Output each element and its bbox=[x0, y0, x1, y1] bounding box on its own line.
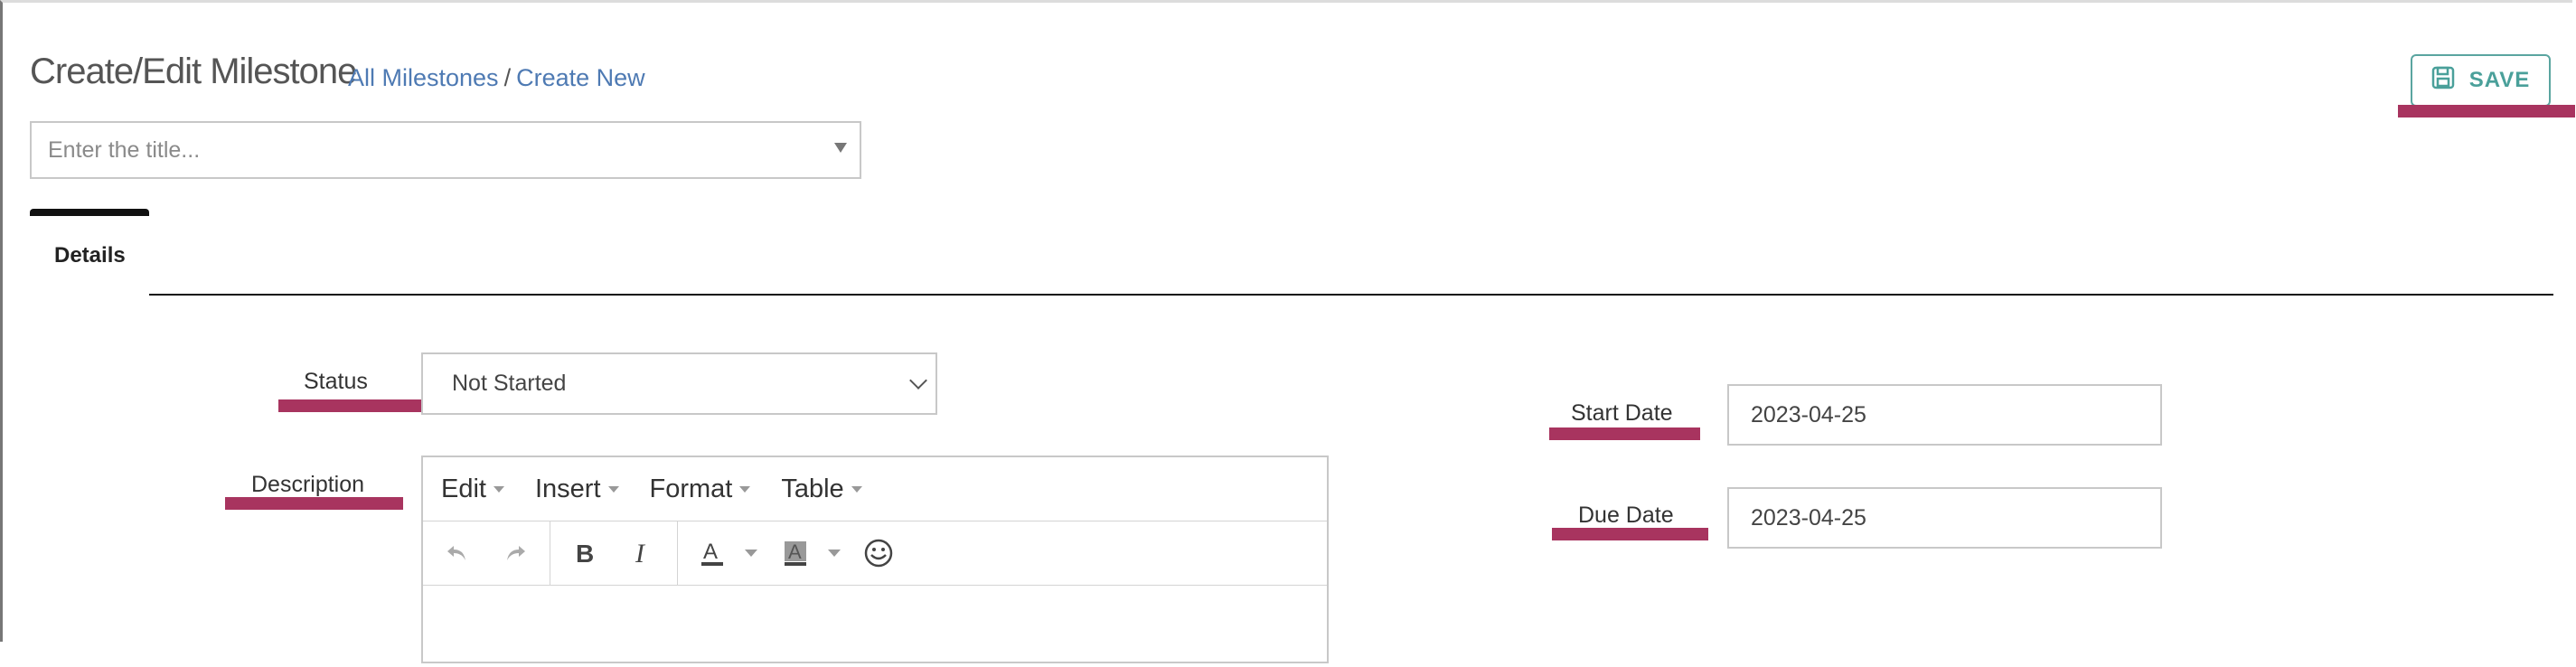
caret-down-icon bbox=[607, 485, 619, 493]
editor-menubar: Edit Insert Format Table bbox=[423, 457, 1327, 521]
due-date-value: 2023-04-25 bbox=[1751, 504, 1866, 531]
description-label: Description bbox=[251, 472, 365, 497]
toolbar-group-text-style: B I bbox=[550, 521, 678, 585]
start-date-input[interactable]: 2023-04-25 bbox=[1727, 384, 2162, 446]
tab-active-indicator bbox=[30, 209, 149, 216]
emoticon-icon[interactable] bbox=[853, 528, 904, 578]
text-color-icon[interactable]: A bbox=[687, 528, 738, 578]
caret-down-icon bbox=[834, 143, 847, 153]
menu-insert-label: Insert bbox=[534, 474, 601, 503]
annotation-mark-save bbox=[2398, 105, 2575, 117]
menu-edit[interactable]: Edit bbox=[441, 474, 504, 504]
start-date-label: Start Date bbox=[1571, 400, 1673, 426]
due-date-input[interactable]: 2023-04-25 bbox=[1727, 487, 2162, 549]
due-date-label: Due Date bbox=[1578, 503, 1674, 528]
menu-table[interactable]: Table bbox=[781, 474, 862, 504]
caret-down-icon bbox=[851, 485, 862, 493]
svg-text:A: A bbox=[788, 540, 802, 563]
breadcrumb-create-new[interactable]: Create New bbox=[516, 64, 645, 91]
menu-format[interactable]: Format bbox=[650, 474, 751, 504]
save-button[interactable]: SAVE bbox=[2411, 54, 2551, 107]
caret-down-icon bbox=[739, 485, 751, 493]
menu-insert[interactable]: Insert bbox=[535, 474, 619, 504]
svg-text:B: B bbox=[576, 540, 594, 568]
status-value: Not Started bbox=[452, 371, 567, 396]
editor-toolbar: B I A A bbox=[423, 521, 1327, 586]
start-date-value: 2023-04-25 bbox=[1751, 401, 1866, 427]
save-label: SAVE bbox=[2468, 68, 2531, 92]
editor-body[interactable] bbox=[423, 586, 1327, 667]
toolbar-group-color: A A bbox=[678, 521, 913, 585]
tab-details[interactable]: Details bbox=[54, 243, 126, 268]
chevron-down-icon bbox=[909, 371, 927, 390]
title-select[interactable]: Enter the title... bbox=[30, 121, 861, 179]
background-color-icon[interactable]: A bbox=[770, 528, 821, 578]
annotation-mark-start-date bbox=[1549, 427, 1700, 440]
caret-down-icon bbox=[493, 485, 504, 493]
page-title: Create/Edit Milestone bbox=[30, 52, 357, 91]
breadcrumb-all-milestones[interactable]: All Milestones bbox=[348, 64, 499, 91]
annotation-mark-description bbox=[225, 497, 403, 510]
caret-down-icon[interactable] bbox=[828, 550, 841, 557]
annotation-mark-due-date bbox=[1552, 528, 1708, 540]
floppy-disk-icon bbox=[2431, 66, 2455, 96]
menu-table-label: Table bbox=[781, 474, 844, 503]
page-frame: Create/Edit Milestone All Milestones / Cre… bbox=[0, 0, 2575, 663]
annotation-mark-status bbox=[278, 399, 423, 412]
toolbar-group-history bbox=[423, 521, 550, 585]
breadcrumb-separator: / bbox=[503, 64, 512, 91]
breadcrumb: All Milestones / Create New bbox=[348, 64, 645, 92]
caret-down-icon[interactable] bbox=[745, 550, 757, 557]
title-placeholder: Enter the title... bbox=[48, 136, 201, 163]
status-select[interactable]: Not Started bbox=[421, 352, 937, 415]
italic-icon[interactable]: I bbox=[617, 528, 668, 578]
undo-icon[interactable] bbox=[432, 528, 483, 578]
svg-text:A: A bbox=[703, 540, 718, 564]
menu-edit-label: Edit bbox=[441, 474, 486, 503]
bold-icon[interactable]: B bbox=[559, 528, 610, 578]
status-label: Status bbox=[304, 369, 368, 394]
description-editor[interactable]: Edit Insert Format Table B I A A bbox=[421, 456, 1329, 663]
svg-text:I: I bbox=[635, 539, 646, 568]
tab-divider bbox=[149, 294, 2553, 296]
menu-format-label: Format bbox=[649, 474, 733, 503]
redo-icon[interactable] bbox=[490, 528, 541, 578]
